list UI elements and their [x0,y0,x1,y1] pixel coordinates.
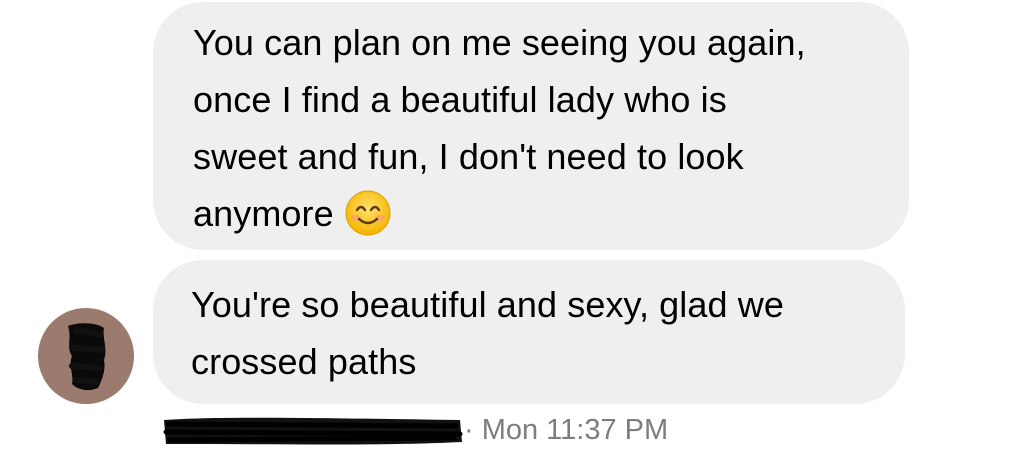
message-text-line: crossed paths [191,341,417,382]
message-text-line: once I find a beautiful lady who is [193,79,727,120]
message-text-line: You can plan on me seeing you again, [193,22,806,63]
message-meta: · Mon 11:37 PM [160,406,680,450]
message-text-line: You're so beautiful and sexy, glad we [191,284,784,325]
redacted-avatar-scribble [68,323,106,391]
message-timestamp: · Mon 11:37 PM [464,414,669,446]
message-bubble[interactable]: You can plan on me seeing you again, onc… [153,2,909,250]
message-text-fragment: anymore [193,193,334,234]
smiling-face-with-smiling-eyes-icon [344,189,392,237]
message-text-line: anymore [193,185,869,242]
message-text-line: sweet and fun, I don't need to look [193,136,744,177]
redacted-sender-name [163,417,463,445]
avatar[interactable] [38,308,134,404]
message-bubble[interactable]: You're so beautiful and sexy, glad we cr… [153,260,905,404]
